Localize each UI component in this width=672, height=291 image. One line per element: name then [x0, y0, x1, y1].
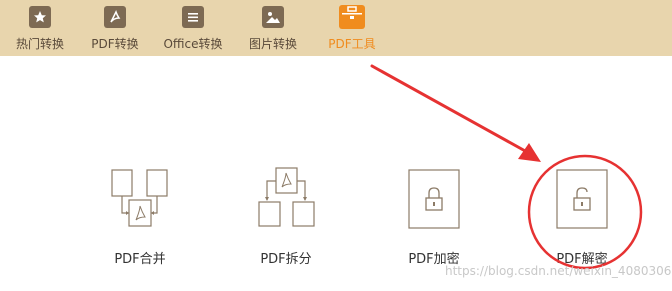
tab-label: Office转换: [163, 37, 223, 51]
star-icon: [29, 6, 51, 28]
merge-icon: [111, 169, 168, 227]
tab-label: 热门转换: [15, 37, 64, 51]
tool-pdf-decrypt[interactable]: PDF解密: [522, 160, 642, 270]
tab-label: 图片转换: [248, 37, 297, 51]
unlock-icon: [556, 169, 608, 229]
image-icon: [262, 6, 284, 28]
tab-label: PDF转换: [91, 37, 139, 51]
tab-hot-conversion[interactable]: 热门转换: [0, 0, 80, 56]
tool-label: PDF拆分: [260, 252, 312, 267]
lock-icon: [408, 169, 460, 229]
tool-pdf-merge[interactable]: PDF合并: [80, 160, 200, 270]
tab-label: PDF工具: [328, 37, 376, 51]
split-icon: [258, 167, 315, 227]
tool-pdf-encrypt[interactable]: PDF加密: [374, 160, 494, 270]
document-icon: [182, 6, 204, 28]
tab-office-conversion[interactable]: Office转换: [153, 0, 233, 56]
toolbox-icon: [339, 5, 365, 29]
annotation-arrow-line: [370, 64, 529, 154]
tab-pdf-tools[interactable]: PDF工具: [312, 0, 392, 56]
top-toolbar: 热门转换 PDF转换 Office转换 图片转换 PDF工具: [0, 0, 672, 56]
tab-image-conversion[interactable]: 图片转换: [233, 0, 313, 56]
tab-pdf-conversion[interactable]: PDF转换: [75, 0, 155, 56]
watermark: https://blog.csdn.net/weixin_4080306: [445, 264, 672, 278]
pdf-file-icon: [104, 6, 126, 28]
tool-label: PDF合并: [114, 252, 166, 267]
tool-pdf-split[interactable]: PDF拆分: [226, 160, 346, 270]
